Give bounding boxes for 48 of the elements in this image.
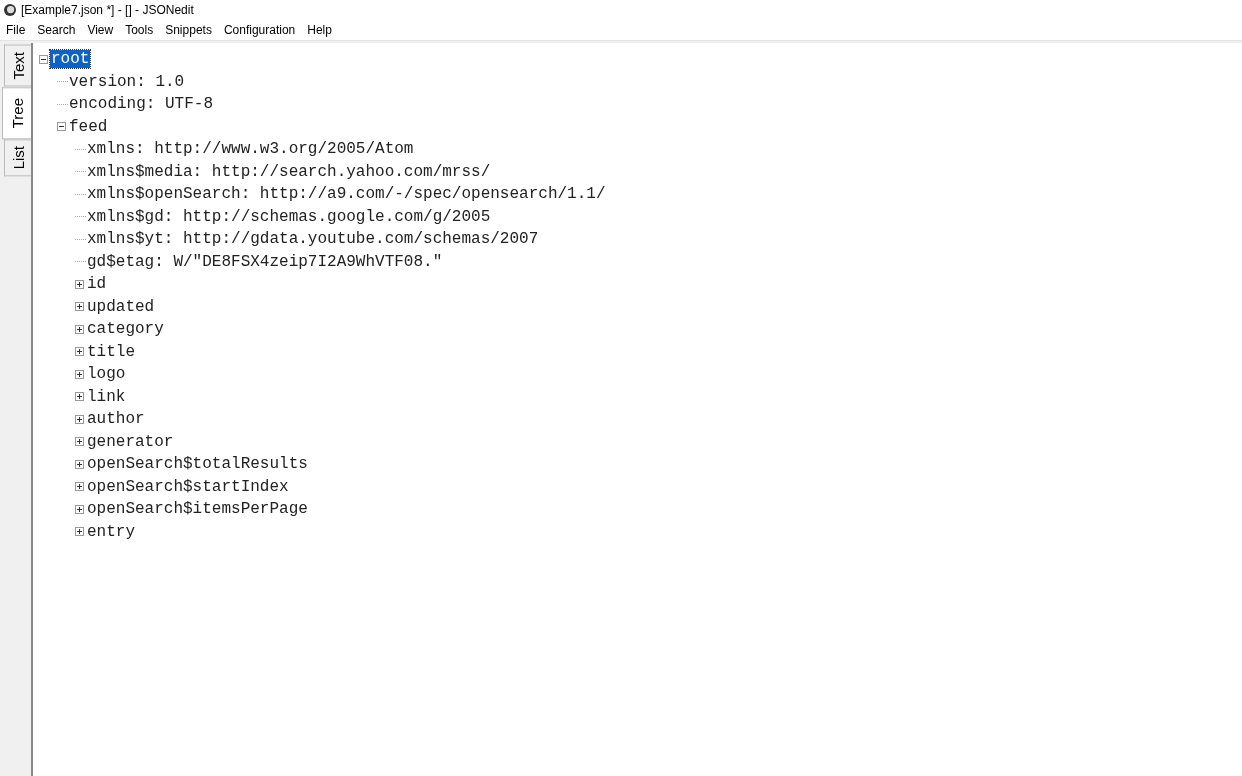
expand-icon[interactable] xyxy=(75,527,84,537)
collapse-icon[interactable] xyxy=(57,122,66,132)
menu-item[interactable]: Help xyxy=(301,23,338,37)
tree-node[interactable]: openSearch$startIndex xyxy=(86,477,290,496)
expand-icon[interactable] xyxy=(75,414,84,424)
expand-icon[interactable] xyxy=(75,392,84,402)
expand-icon[interactable] xyxy=(75,504,84,514)
tree-node[interactable]: root xyxy=(50,50,91,69)
expand-icon[interactable] xyxy=(75,459,84,469)
menu-item[interactable]: Configuration xyxy=(217,23,302,37)
menu-item[interactable]: Tools xyxy=(119,23,160,37)
menu-item[interactable]: File xyxy=(0,23,32,37)
view-tab[interactable]: List xyxy=(4,138,31,177)
tree-node[interactable]: xmlns$yt: http://gdata.youtube.com/schemas/2007 xyxy=(86,230,540,249)
tree-node[interactable]: category xyxy=(86,320,165,339)
app-icon xyxy=(3,3,17,17)
menu-item[interactable]: Snippets xyxy=(159,23,218,37)
view-tab[interactable]: Text xyxy=(4,45,31,87)
tree-node[interactable]: xmlns$gd: http://schemas.google.com/g/2005 xyxy=(86,207,492,226)
tree-node[interactable]: xmlns$openSearch: http://a9.com/-/spec/opensearch/1.1/ xyxy=(86,185,607,204)
expand-icon[interactable] xyxy=(75,437,84,447)
tree-node[interactable]: updated xyxy=(86,297,156,316)
expand-icon[interactable] xyxy=(75,302,84,312)
menu-item[interactable]: Search xyxy=(31,23,82,37)
tree-node[interactable]: title xyxy=(86,342,136,361)
tree-node[interactable]: logo xyxy=(86,365,127,384)
expand-icon[interactable] xyxy=(75,482,84,492)
view-tab[interactable]: Tree xyxy=(2,86,31,139)
tree-node[interactable]: link xyxy=(86,387,127,406)
tree-node[interactable]: author xyxy=(86,410,146,429)
tree-node[interactable]: gd$etag: W/"DE8FSX4zeip7I2A9WhVTF08." xyxy=(86,252,444,271)
tree-node[interactable]: entry xyxy=(86,522,136,541)
menu-item[interactable]: View xyxy=(81,23,120,37)
tree-node[interactable]: xmlns$media: http://search.yahoo.com/mrss/ xyxy=(86,162,492,181)
expand-icon[interactable] xyxy=(75,279,84,289)
expand-icon[interactable] xyxy=(75,324,84,334)
tree-node[interactable]: feed xyxy=(68,117,109,136)
expand-icon[interactable] xyxy=(75,369,84,379)
tree-node[interactable]: xmlns: http://www.w3.org/2005/Atom xyxy=(86,140,415,159)
tree-node[interactable]: encoding: UTF-8 xyxy=(68,95,215,114)
tree-node[interactable]: generator xyxy=(86,432,175,451)
window-title: [Example7.json *] - [] - JSONedit xyxy=(21,3,194,17)
tree-node[interactable]: version: 1.0 xyxy=(68,72,186,91)
tree-node[interactable]: openSearch$itemsPerPage xyxy=(86,500,309,519)
tree-node[interactable]: id xyxy=(86,275,108,294)
expand-icon[interactable] xyxy=(75,347,84,357)
collapse-icon[interactable] xyxy=(39,54,48,64)
tree-node[interactable]: openSearch$totalResults xyxy=(86,455,309,474)
